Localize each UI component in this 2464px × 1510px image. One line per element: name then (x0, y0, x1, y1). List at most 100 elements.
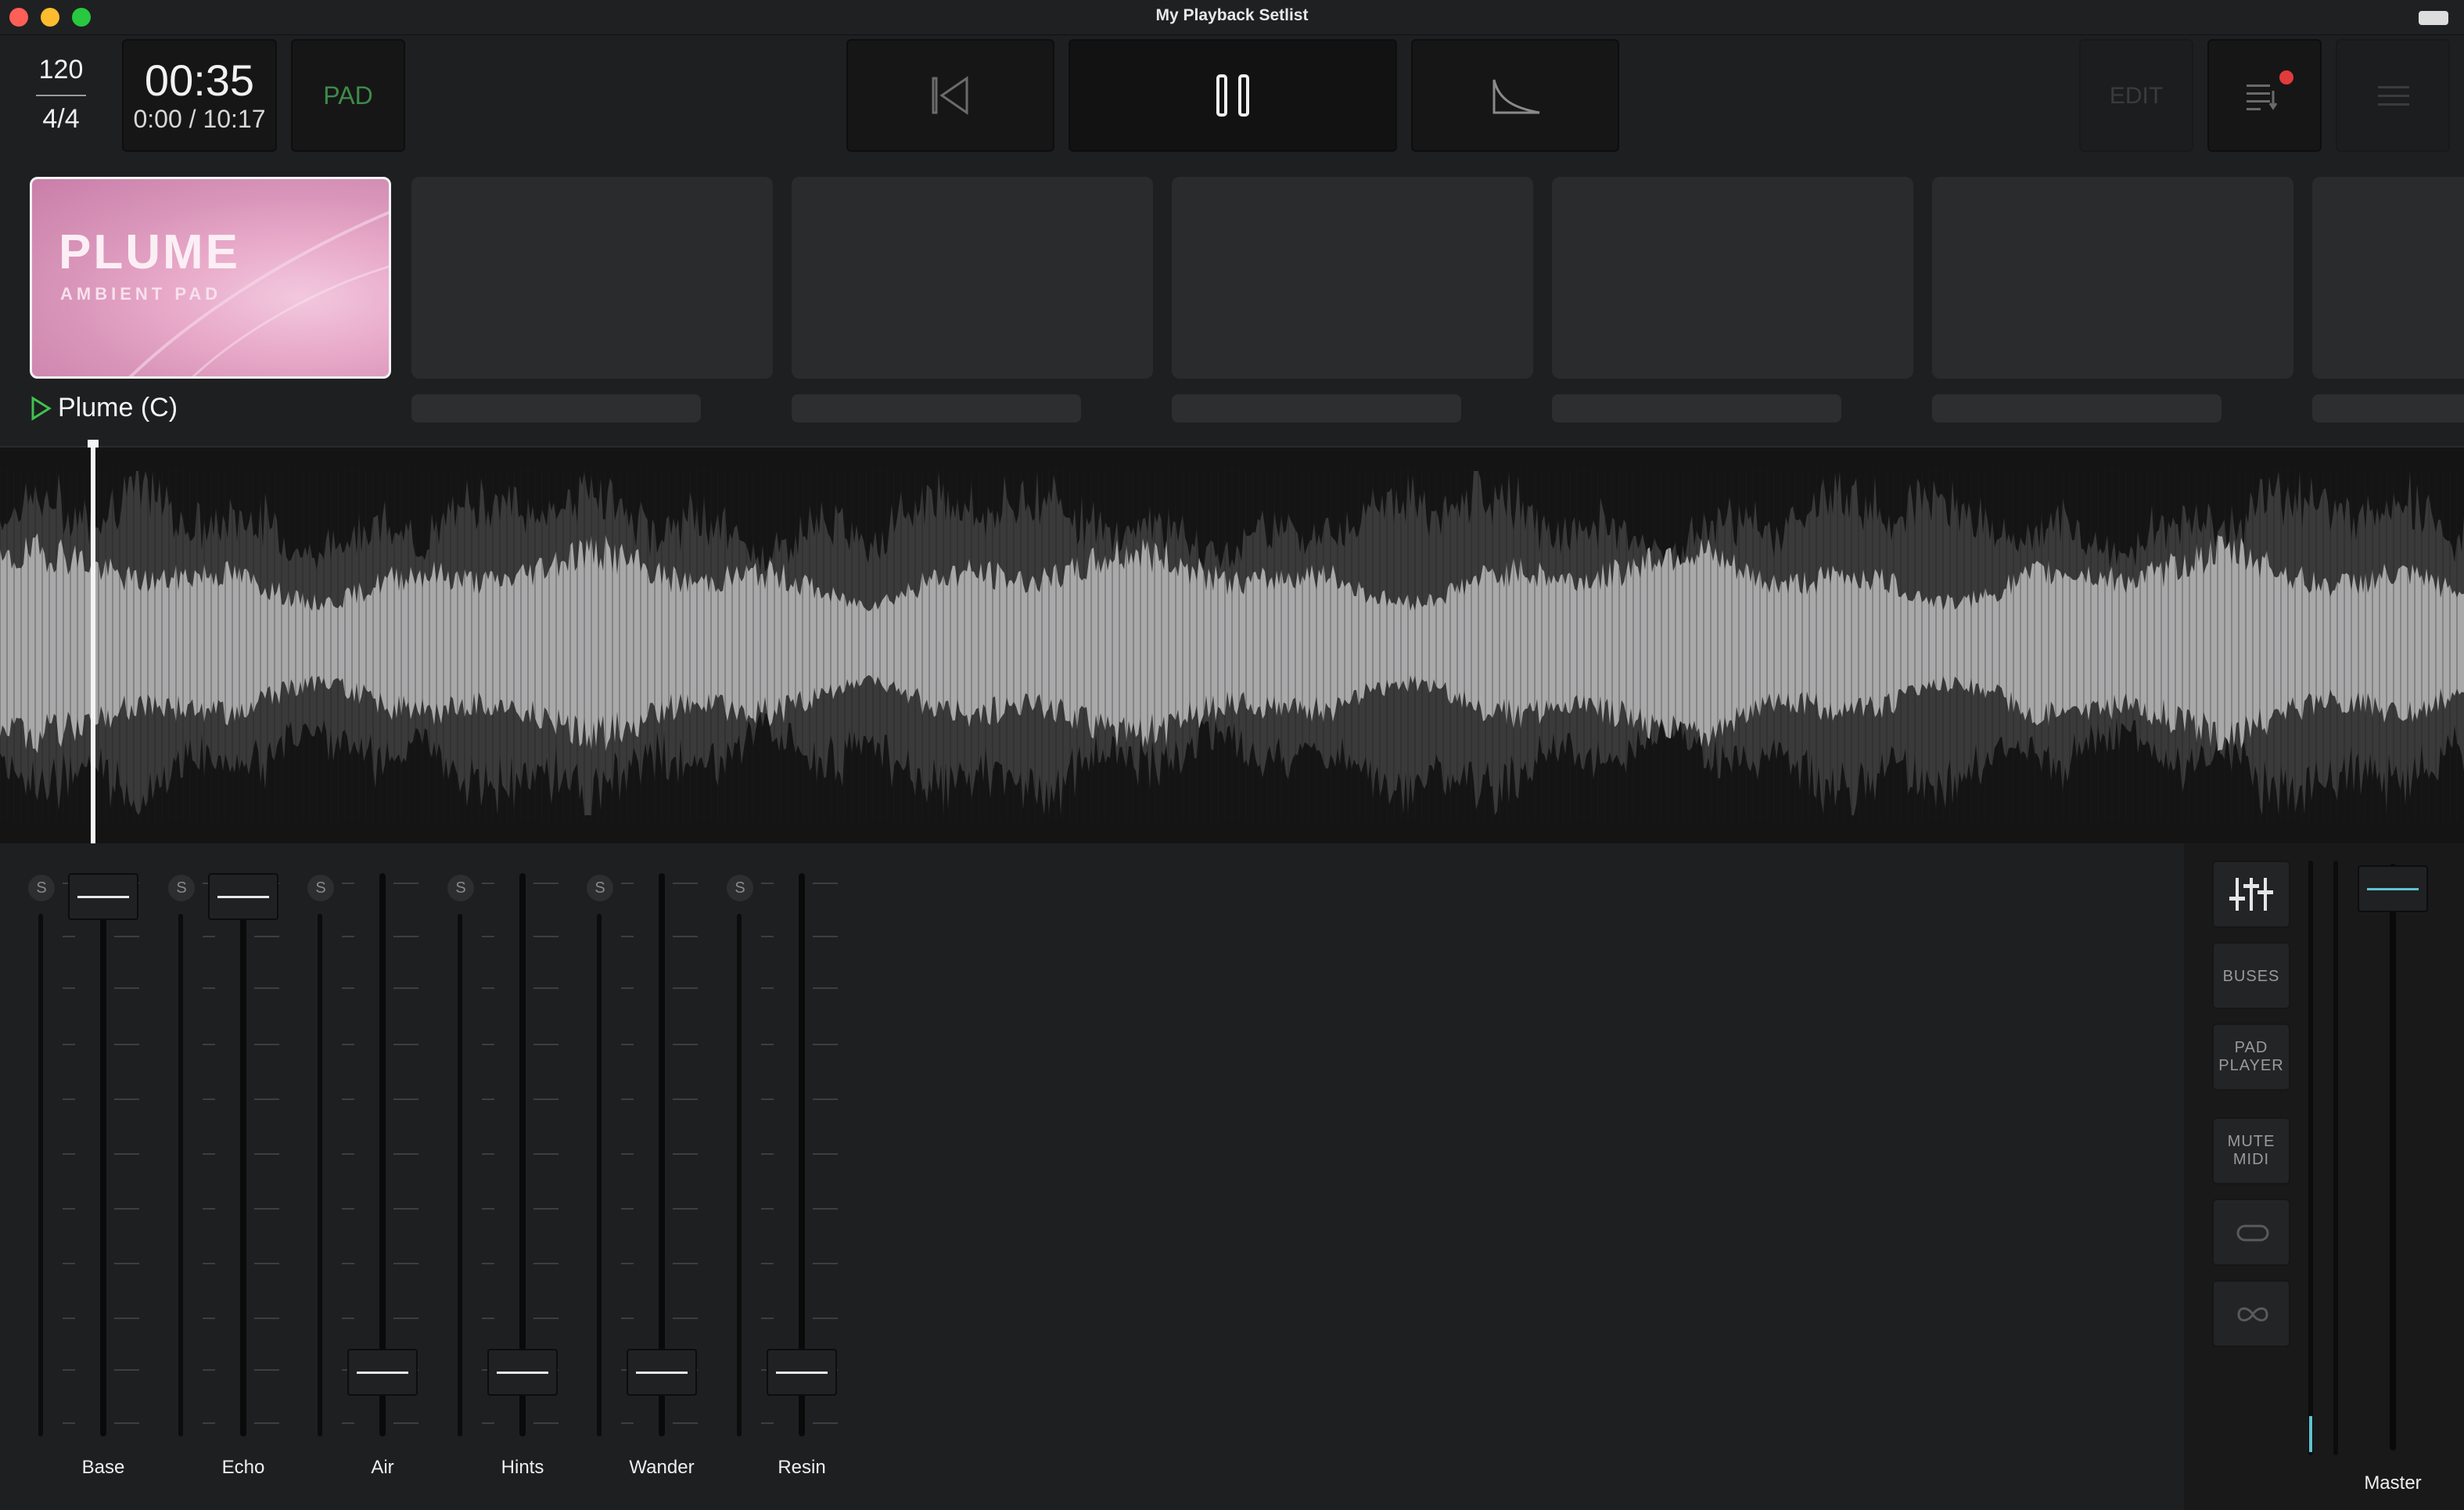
setlist-button[interactable] (2207, 39, 2322, 152)
scale-tick (254, 1098, 279, 1100)
pad-card[interactable]: PLUME AMBIENT PAD (30, 177, 391, 379)
empty-pad-slot[interactable] (1932, 177, 2293, 379)
fader-thumb[interactable] (627, 1349, 697, 1396)
scale-tick (203, 1153, 215, 1155)
scale-tick (342, 1153, 354, 1155)
solo-button[interactable]: S (447, 875, 474, 901)
scale-tick (813, 883, 838, 884)
scale-tick (761, 1044, 774, 1045)
position-time: 0:00 / 10:17 (133, 105, 266, 133)
master-fader-track[interactable] (2390, 864, 2396, 1451)
scale-tick (342, 1422, 354, 1424)
fader-track[interactable] (240, 873, 246, 1436)
empty-pad-slot[interactable] (2312, 177, 2464, 379)
tempo-value: 120 (38, 55, 84, 84)
empty-pad-slot[interactable] (1172, 177, 1533, 379)
previous-button[interactable] (846, 39, 1054, 152)
buses-button[interactable]: BUSES (2212, 942, 2290, 1009)
scale-tick (63, 1153, 75, 1155)
solo-button[interactable]: S (307, 875, 334, 901)
scale-tick (761, 987, 774, 989)
time-display: 00:35 0:00 / 10:17 (122, 39, 277, 152)
pad-button[interactable]: PAD (291, 39, 405, 152)
scale-tick (813, 987, 838, 989)
playhead[interactable] (91, 443, 95, 843)
level-meter (318, 914, 322, 1436)
play-icon[interactable] (30, 396, 52, 421)
channel-label: Base (81, 1457, 125, 1478)
mute-midi-button[interactable]: MUTE MIDI (2212, 1117, 2290, 1185)
scale-tick (761, 1098, 774, 1100)
scale-tick (673, 1208, 698, 1210)
loop-icon (2236, 1224, 2269, 1242)
pad-button-label: PAD (323, 81, 373, 110)
sliders-icon (2229, 878, 2273, 911)
solo-button[interactable]: S (28, 875, 55, 901)
solo-button[interactable]: S (727, 875, 753, 901)
scale-tick (621, 1263, 634, 1264)
time-signature: 4/4 (42, 104, 80, 134)
scale-tick (114, 1263, 139, 1264)
fader-track[interactable] (100, 873, 106, 1436)
scale-tick (673, 1153, 698, 1155)
scale-tick (673, 883, 698, 884)
scale-tick (482, 1044, 494, 1045)
scale-tick (203, 1422, 215, 1424)
scale-tick (482, 987, 494, 989)
scale-tick (813, 1153, 838, 1155)
loop-button[interactable] (2212, 1199, 2290, 1266)
scale-tick (621, 1098, 634, 1100)
scale-tick (533, 883, 559, 884)
empty-pad-slot[interactable] (792, 177, 1153, 379)
scale-tick (761, 883, 774, 884)
title-bar: My Playback Setlist (0, 0, 2464, 35)
fade-out-button[interactable] (1411, 39, 1619, 152)
solo-button[interactable]: S (168, 875, 195, 901)
empty-pad-slot[interactable] (1552, 177, 1913, 379)
menu-button[interactable] (2336, 39, 2450, 152)
empty-slot-label (1172, 394, 1461, 422)
master-fader-thumb[interactable] (2358, 865, 2428, 912)
scale-tick (203, 1369, 215, 1371)
playhead-handle[interactable] (88, 440, 99, 448)
level-meter (38, 914, 43, 1436)
pause-button[interactable] (1069, 39, 1397, 152)
empty-slot-label (411, 394, 701, 422)
master-meter-level (2309, 1416, 2312, 1452)
pad-card-title: PLUME (59, 225, 240, 279)
scale-tick (393, 1208, 418, 1210)
solo-button[interactable]: S (587, 875, 613, 901)
empty-pad-slot[interactable] (411, 177, 773, 379)
edit-button[interactable]: EDIT (2079, 39, 2193, 152)
fader-thumb[interactable] (68, 873, 138, 920)
waveform (0, 469, 2464, 822)
pause-icon (1216, 74, 1249, 117)
scale-tick (482, 1318, 494, 1319)
fader-thumb[interactable] (208, 873, 278, 920)
scale-tick (482, 883, 494, 884)
channel-label: Hints (501, 1457, 544, 1478)
scale-tick (203, 1044, 215, 1045)
scale-tick (533, 987, 559, 989)
hamburger-menu-icon (2378, 86, 2409, 106)
tempo-display[interactable]: 120 4/4 (30, 55, 92, 142)
scale-tick (342, 1044, 354, 1045)
notification-dot (2279, 70, 2293, 84)
scale-tick (533, 936, 559, 937)
scale-tick (203, 936, 215, 937)
scale-tick (761, 1263, 774, 1264)
scale-tick (533, 1422, 559, 1424)
edit-button-label: EDIT (2109, 83, 2164, 109)
fader-thumb[interactable] (347, 1349, 418, 1396)
scale-tick (813, 936, 838, 937)
battery-icon (2419, 11, 2448, 25)
scale-tick (114, 1369, 139, 1371)
scale-tick (621, 1318, 634, 1319)
fader-thumb[interactable] (487, 1349, 558, 1396)
pad-player-button[interactable]: PAD PLAYER (2212, 1023, 2290, 1091)
mixer-settings-button[interactable] (2212, 861, 2290, 928)
infinite-loop-button[interactable] (2212, 1280, 2290, 1347)
waveform-area[interactable] (0, 446, 2464, 845)
fader-thumb[interactable] (767, 1349, 837, 1396)
scale-tick (393, 883, 418, 884)
